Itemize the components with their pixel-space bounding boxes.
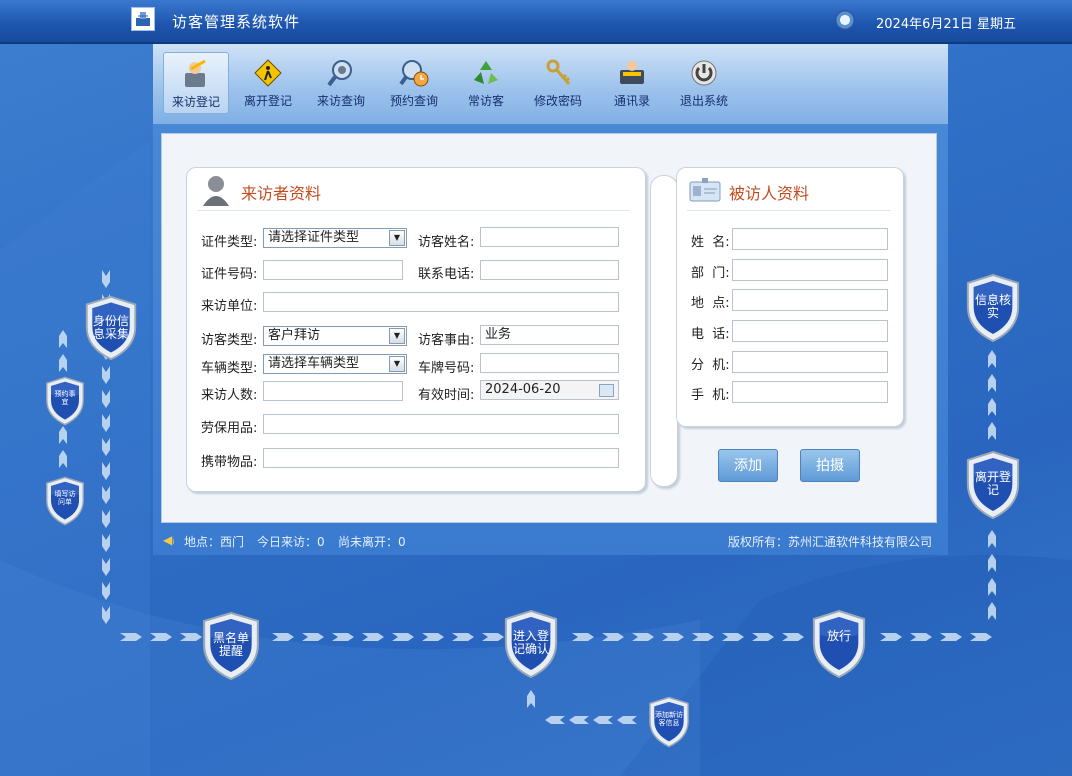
entry-confirm-shield: 进入登记确认 (502, 609, 560, 679)
flow-arrow (59, 450, 67, 468)
add-visitor-shield: 添加新访客信息 (647, 696, 691, 748)
flow-arrow (102, 534, 110, 552)
flow-arrow (102, 390, 110, 408)
flow-arrow (988, 374, 996, 392)
id-collect-shield: 身份信息采集 (83, 295, 139, 361)
leave-register-shield: 离开登记 (964, 450, 1022, 520)
blacklist-shield: 黑名单提醒 (200, 611, 262, 681)
flow-arrow (59, 330, 67, 348)
flow-arrow (940, 633, 962, 641)
flow-arrow (988, 530, 996, 548)
flow-arrow (569, 716, 589, 724)
flow-arrow (180, 633, 202, 641)
flow-arrow (422, 633, 444, 641)
shield-label: 黑名单提醒 (212, 631, 249, 659)
flow-arrow (782, 633, 804, 641)
flow-arrow (102, 510, 110, 528)
flow-arrow (102, 582, 110, 600)
flow-arrow (102, 462, 110, 480)
flow-arrow (102, 486, 110, 504)
flow-arrow (527, 690, 535, 708)
flow-arrow (572, 633, 594, 641)
flow-arrow (150, 633, 172, 641)
flow-arrow (272, 633, 294, 641)
flow-arrow (102, 558, 110, 576)
shield-label: 进入登记确认 (512, 629, 549, 657)
appointment-shield: 预约事宜 (44, 376, 86, 426)
flow-arrow (988, 602, 996, 620)
fill-form-shield: 填写访问单 (44, 476, 86, 526)
flow-arrow (722, 633, 744, 641)
flow-arrow (102, 438, 110, 456)
flow-arrow (910, 633, 932, 641)
flow-arrow (602, 633, 624, 641)
shield-label: 放行 (826, 629, 851, 643)
shield-label: 预约事宜 (54, 390, 76, 406)
verify-shield: 信息核实 (964, 273, 1022, 343)
flow-arrow (988, 398, 996, 416)
flow-arrow (482, 633, 504, 641)
flow-arrow (102, 606, 110, 624)
flow-arrow (988, 578, 996, 596)
shield-label: 身份信息采集 (93, 314, 130, 342)
flow-arrow (632, 633, 654, 641)
flow-arrow (617, 716, 637, 724)
flow-arrow (988, 422, 996, 440)
flow-arrow (102, 414, 110, 432)
flow-arrow (988, 554, 996, 572)
flow-arrow (752, 633, 774, 641)
flow-arrow (102, 270, 110, 288)
flow-arrow (692, 633, 714, 641)
shield-label: 添加新访客信息 (655, 711, 683, 727)
release-shield: 放行 (810, 609, 868, 679)
flow-arrow (970, 633, 992, 641)
shield-icon (812, 609, 866, 679)
shield-label: 填写访问单 (54, 490, 76, 506)
flow-arrow (545, 716, 565, 724)
flow-arrow (302, 633, 324, 641)
flow-arrow (662, 633, 684, 641)
shield-label: 信息核实 (974, 293, 1011, 321)
flow-arrow (59, 354, 67, 372)
flow-arrow (593, 716, 613, 724)
flow-arrow (120, 633, 142, 641)
flow-arrow (102, 366, 110, 384)
flow-arrow (452, 633, 474, 641)
flow-arrow (392, 633, 414, 641)
flow-arrow (332, 633, 354, 641)
flow-arrow (362, 633, 384, 641)
flow-arrow (988, 350, 996, 368)
shield-label: 离开登记 (974, 470, 1011, 498)
flow-arrow (59, 426, 67, 444)
flow-arrow (880, 633, 902, 641)
